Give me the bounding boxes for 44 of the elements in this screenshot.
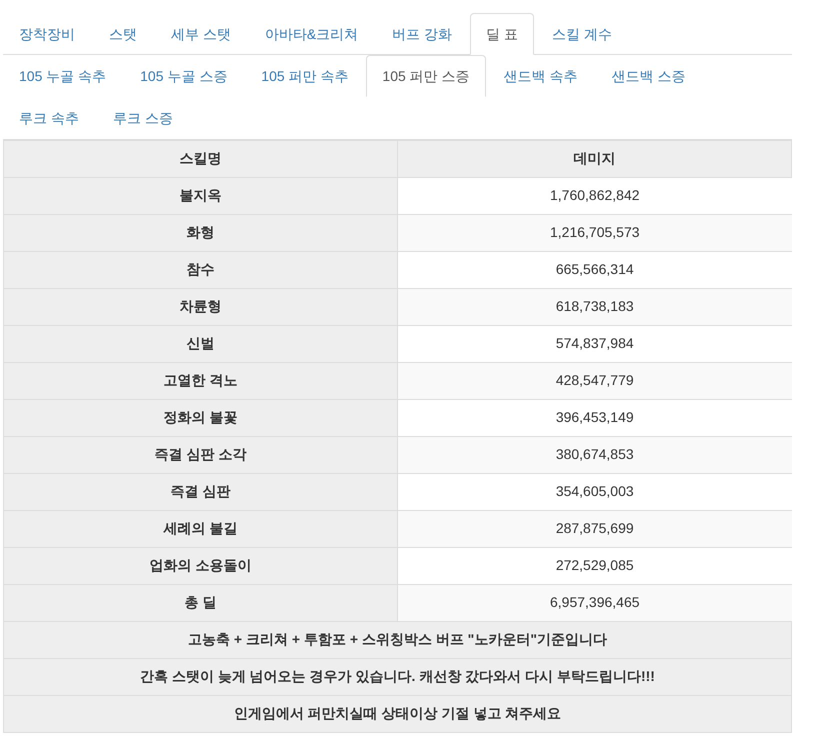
table-cell: 380,674,853 bbox=[398, 436, 792, 473]
column-header: 스킬명 bbox=[4, 140, 398, 177]
tab[interactable]: 루크 스증 bbox=[96, 97, 189, 139]
table-cell: 428,547,779 bbox=[398, 362, 792, 399]
table-cell: 즉결 심판 소각 bbox=[4, 436, 398, 473]
tab[interactable]: 105 퍼만 스증 bbox=[366, 55, 486, 97]
note-cell: 인게임에서 퍼만치실때 상태이상 기절 넣고 쳐주세요 bbox=[4, 695, 792, 732]
tab[interactable]: 105 퍼만 속추 bbox=[245, 55, 364, 97]
tab[interactable]: 버프 강화 bbox=[376, 13, 468, 55]
tab[interactable]: 아바타&크리쳐 bbox=[248, 13, 374, 55]
tab[interactable]: 스킬 계수 bbox=[536, 13, 628, 55]
table-cell: 287,875,699 bbox=[398, 510, 792, 547]
table-cell: 574,837,984 bbox=[398, 325, 792, 362]
tab[interactable]: 샌드백 속추 bbox=[488, 55, 594, 97]
tab[interactable]: 105 누골 속추 bbox=[3, 55, 122, 97]
table-cell: 354,605,003 bbox=[398, 473, 792, 510]
table-cell: 업화의 소용돌이 bbox=[4, 547, 398, 584]
table-cell: 총 딜 bbox=[4, 584, 398, 621]
column-header: 데미지 bbox=[398, 140, 792, 177]
table-cell: 차륜형 bbox=[4, 288, 398, 325]
table-cell: 396,453,149 bbox=[398, 399, 792, 436]
table-cell: 고열한 격노 bbox=[4, 362, 398, 399]
table-cell: 1,760,862,842 bbox=[398, 177, 792, 214]
table-cell: 618,738,183 bbox=[398, 288, 792, 325]
table-cell: 화형 bbox=[4, 214, 398, 251]
table-cell: 불지옥 bbox=[4, 177, 398, 214]
table-cell: 272,529,085 bbox=[398, 547, 792, 584]
note-cell: 고농축 + 크리쳐 + 투함포 + 스위칭박스 버프 "노카운터"기준입니다 bbox=[4, 621, 792, 658]
table-cell: 세례의 불길 bbox=[4, 510, 398, 547]
table-cell: 665,566,314 bbox=[398, 251, 792, 288]
table-cell: 신벌 bbox=[4, 325, 398, 362]
table-cell: 정화의 불꽃 bbox=[4, 399, 398, 436]
table-cell: 1,216,705,573 bbox=[398, 214, 792, 251]
tab[interactable]: 루크 속추 bbox=[3, 97, 95, 139]
table-cell: 즉결 심판 bbox=[4, 473, 398, 510]
tab[interactable]: 스탯 bbox=[93, 13, 153, 55]
table-cell: 6,957,396,465 bbox=[398, 584, 792, 621]
tab[interactable]: 샌드백 스증 bbox=[595, 55, 702, 97]
table-cell: 참수 bbox=[4, 251, 398, 288]
tab[interactable]: 딜 표 bbox=[470, 13, 534, 55]
tab[interactable]: 장착장비 bbox=[3, 13, 91, 55]
note-cell: 간혹 스탯이 늦게 넘어오는 경우가 있습니다. 캐선창 갔다와서 다시 부탁드립니다!!! bbox=[4, 658, 792, 695]
tab[interactable]: 105 누골 스증 bbox=[124, 55, 244, 97]
tab[interactable]: 세부 스탯 bbox=[155, 13, 247, 55]
